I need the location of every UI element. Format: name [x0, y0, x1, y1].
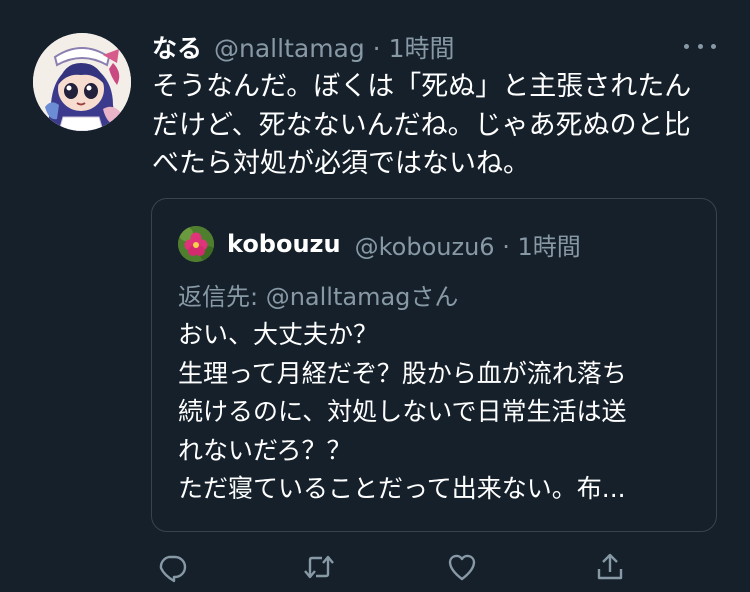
tweet-actions	[0, 545, 750, 589]
quoted-reply-to: 返信先: @nalltamagさん	[178, 283, 459, 311]
tweet-text-line: そうなんだ。ぼくは「死ぬ」と主張されたん	[152, 71, 692, 102]
quoted-text-line: おい、大丈夫か？	[178, 320, 379, 349]
author-avatar-image	[33, 33, 131, 131]
quoted-text-line: ただ寝ていることだって出来ない。布...	[178, 474, 626, 503]
more-icon[interactable]	[684, 36, 716, 56]
more-dot	[711, 43, 716, 49]
quoted-text-line: れないだろ？？	[178, 435, 352, 465]
more-dot	[697, 43, 703, 49]
quoted-author-avatar	[178, 226, 214, 262]
quoted-text-line: 生理って月経だぞ？股から血が流れ落ち	[178, 358, 627, 388]
author-handle-and-time[interactable]: @nalltamag · 1時間	[214, 29, 454, 65]
quoted-tweet-text: おい、大丈夫か？ 生理って月経だぞ？股から血が流れ落ち 続けるのに、対処しないで…	[178, 316, 627, 509]
author-name[interactable]: なる	[152, 29, 202, 65]
author-avatar[interactable]	[33, 33, 131, 131]
reply-icon[interactable]	[150, 545, 194, 589]
tweet-text-line: だけど、死なないんだね。じゃあ死ぬのと比	[152, 109, 691, 141]
quoted-tweet-header: kobouzu @kobouzu6 · 1時間	[227, 227, 581, 261]
more-dot	[684, 43, 689, 49]
retweet-icon[interactable]	[297, 545, 341, 589]
quoted-tweet[interactable]: kobouzu @kobouzu6 · 1時間 返信先: @nalltamagさ…	[151, 198, 717, 532]
quoted-author-name: kobouzu	[227, 230, 341, 258]
share-icon[interactable]	[588, 545, 632, 589]
tweet-header: なる @nalltamag · 1時間	[152, 30, 454, 64]
heart-icon[interactable]	[440, 545, 484, 589]
quoted-text-line: 続けるのに、対処しないで日常生活は送	[178, 397, 627, 426]
flower-avatar-image	[178, 226, 214, 262]
quoted-author-handle-and-time: @kobouzu6 · 1時間	[354, 232, 581, 261]
tweet-text-line: べたら対処が必須ではないね。	[152, 148, 530, 179]
tweet-text: そうなんだ。ぼくは「死ぬ」と主張されたん だけど、死なないんだね。じゃあ死ぬのと…	[152, 68, 732, 184]
